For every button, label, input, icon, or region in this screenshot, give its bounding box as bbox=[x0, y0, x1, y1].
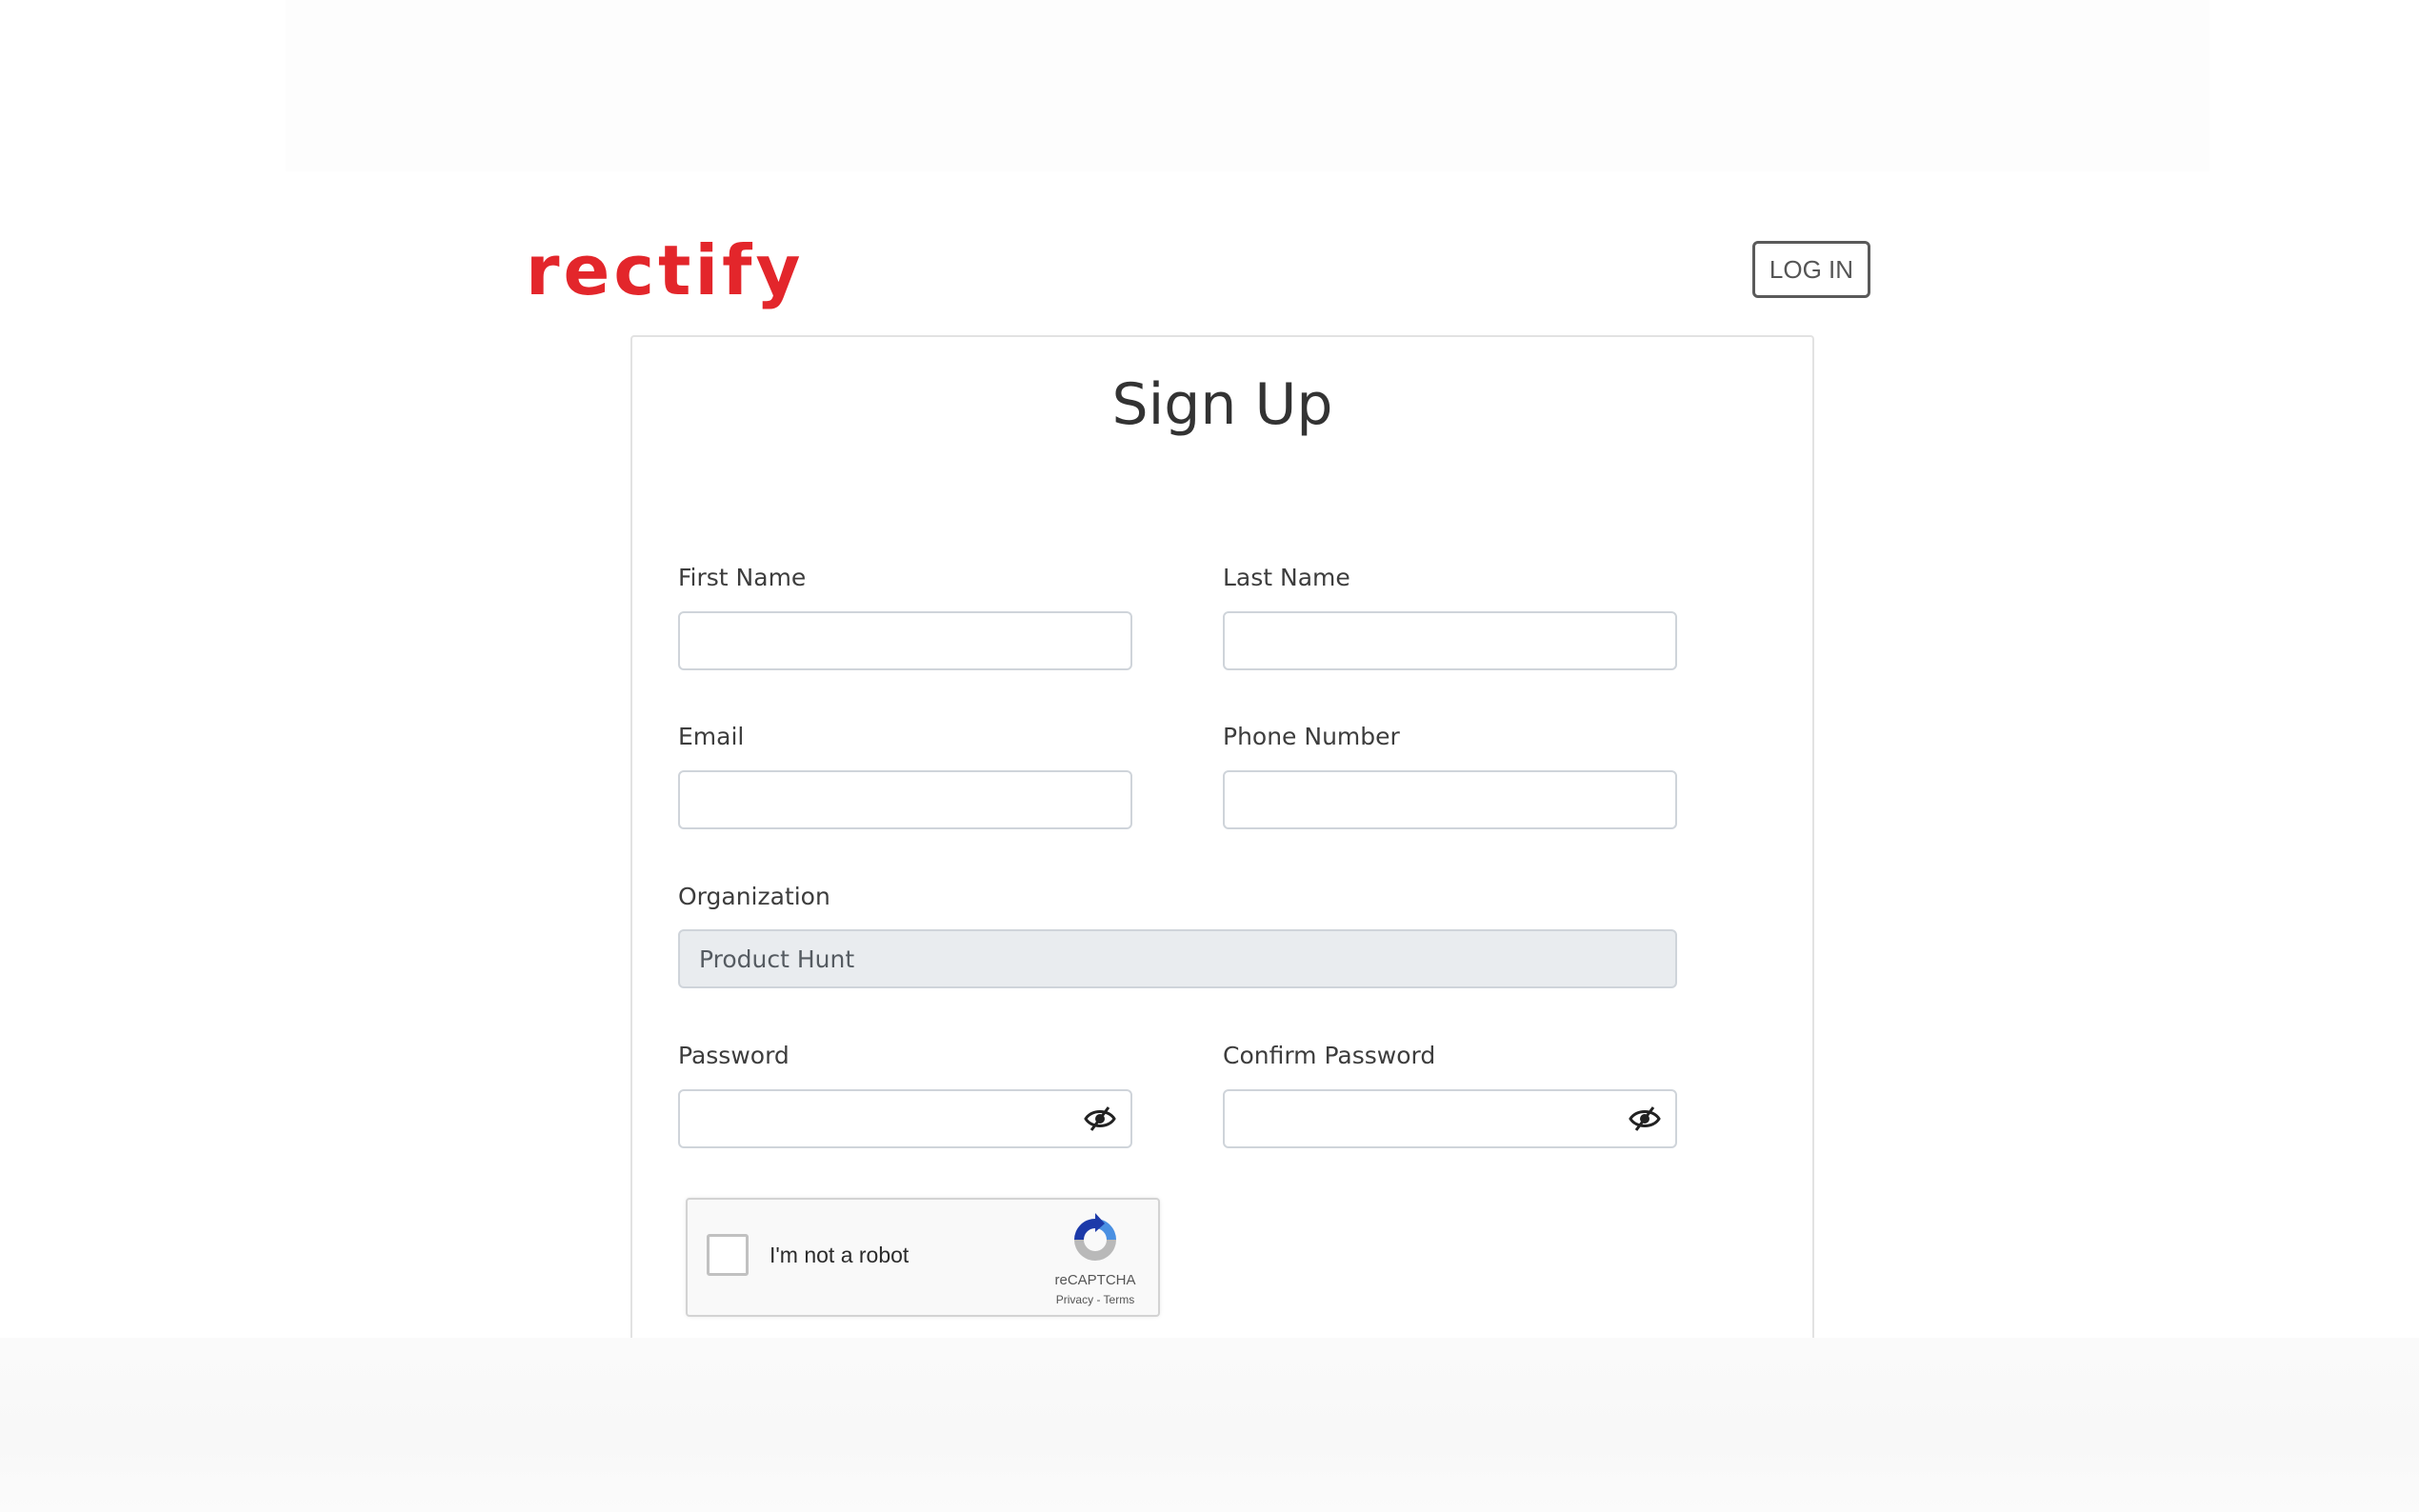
phone-number-input[interactable] bbox=[1223, 770, 1677, 829]
last-name-input[interactable] bbox=[1223, 611, 1677, 670]
first-name-input[interactable] bbox=[678, 611, 1132, 670]
confirm-password-label: Confirm Password bbox=[1223, 1042, 1436, 1069]
last-name-label: Last Name bbox=[1223, 564, 1350, 591]
organization-label: Organization bbox=[678, 883, 830, 910]
phone-number-label: Phone Number bbox=[1223, 723, 1400, 750]
recaptcha-checkbox[interactable] bbox=[707, 1234, 749, 1276]
confirm-password-input[interactable] bbox=[1223, 1089, 1677, 1148]
first-name-label: First Name bbox=[678, 564, 807, 591]
email-input[interactable] bbox=[678, 770, 1132, 829]
bottom-background-band bbox=[0, 1338, 2419, 1512]
signup-card: Sign Up First Name Last Name Email Phone… bbox=[630, 335, 1814, 1338]
recaptcha-brand: reCAPTCHA bbox=[1054, 1272, 1136, 1288]
rectify-logo[interactable]: rectify bbox=[526, 236, 804, 305]
recaptcha-privacy-terms-links[interactable]: Privacy - Terms bbox=[1036, 1293, 1154, 1306]
page: rectify LOG IN Sign Up First Name Last N… bbox=[0, 0, 2419, 1512]
page-title: Sign Up bbox=[1111, 371, 1333, 438]
top-background-band bbox=[286, 0, 2209, 171]
email-label: Email bbox=[678, 723, 745, 750]
password-label: Password bbox=[678, 1042, 790, 1069]
organization-input bbox=[678, 929, 1677, 988]
recaptcha-widget: I'm not a robot reCAPTCHA Privacy - Term… bbox=[686, 1198, 1160, 1317]
eye-slash-icon[interactable] bbox=[1084, 1105, 1116, 1132]
login-button[interactable]: LOG IN bbox=[1752, 241, 1870, 298]
recaptcha-label: I'm not a robot bbox=[770, 1243, 910, 1267]
password-input[interactable] bbox=[678, 1089, 1132, 1148]
recaptcha-logo-icon bbox=[1074, 1213, 1116, 1261]
eye-slash-icon[interactable] bbox=[1629, 1105, 1661, 1132]
